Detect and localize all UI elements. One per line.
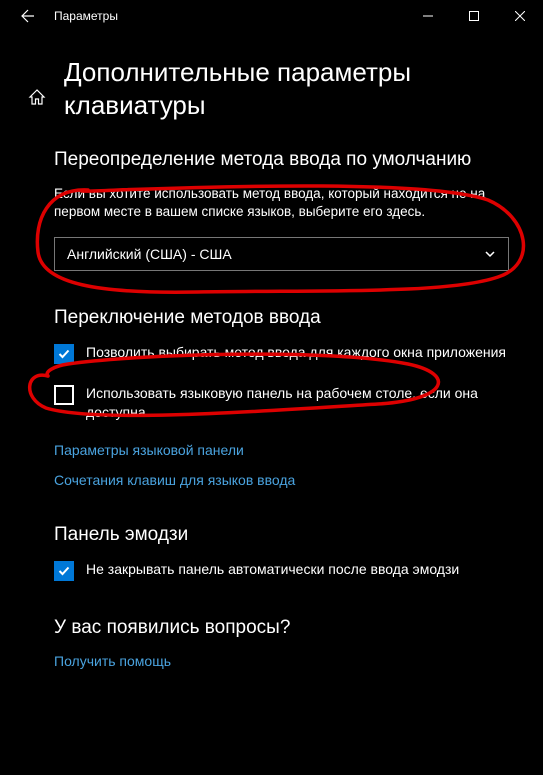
back-button[interactable] bbox=[8, 0, 48, 32]
close-icon bbox=[515, 11, 525, 21]
window-title: Параметры bbox=[48, 9, 405, 23]
maximize-button[interactable] bbox=[451, 0, 497, 32]
link-language-bar-params[interactable]: Параметры языковой панели bbox=[54, 442, 509, 458]
annotation-circle-dropdown bbox=[28, 182, 533, 302]
minimize-button[interactable] bbox=[405, 0, 451, 32]
titlebar: Параметры bbox=[0, 0, 543, 32]
maximize-icon bbox=[469, 11, 479, 21]
section-emoji: Панель эмодзи Не закрывать панель автома… bbox=[24, 524, 519, 581]
minimize-icon bbox=[423, 11, 433, 21]
checkbox-emoji-panel[interactable]: Не закрывать панель автоматически после … bbox=[54, 560, 509, 581]
home-icon bbox=[28, 88, 46, 106]
section-heading-switching: Переключение методов ввода bbox=[54, 307, 509, 329]
page-title: Дополнительные параметры клавиатуры bbox=[64, 56, 519, 121]
section-heading-override: Переопределение метода ввода по умолчани… bbox=[54, 149, 509, 171]
link-get-help[interactable]: Получить помощь bbox=[54, 653, 509, 669]
arrow-left-icon bbox=[20, 8, 36, 24]
section-help: У вас появились вопросы? Получить помощь bbox=[24, 617, 519, 669]
checkbox-label: Не закрывать панель автоматически после … bbox=[86, 560, 459, 579]
section-heading-help: У вас появились вопросы? bbox=[54, 617, 509, 639]
home-button[interactable] bbox=[28, 88, 46, 109]
section-heading-emoji: Панель эмодзи bbox=[54, 524, 509, 546]
window-controls bbox=[405, 0, 543, 32]
close-button[interactable] bbox=[497, 0, 543, 32]
link-hotkeys[interactable]: Сочетания клавиш для языков ввода bbox=[54, 472, 509, 488]
annotation-circle-checkbox bbox=[18, 350, 458, 420]
checkbox-icon bbox=[54, 561, 74, 581]
checkmark-icon bbox=[57, 564, 71, 578]
page-header: Дополнительные параметры клавиатуры bbox=[24, 56, 519, 121]
